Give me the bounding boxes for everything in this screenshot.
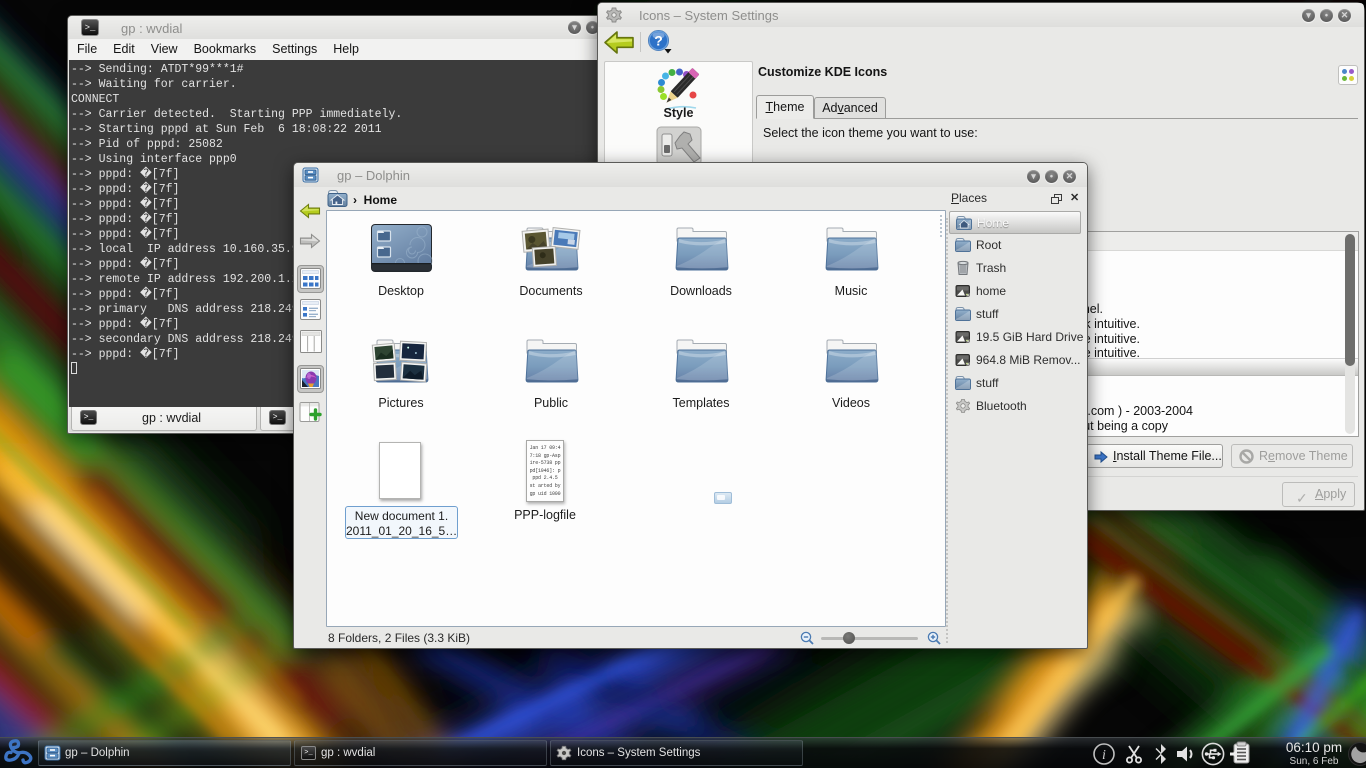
svg-text:i: i [1102, 748, 1106, 763]
svg-text:?: ? [654, 33, 663, 49]
